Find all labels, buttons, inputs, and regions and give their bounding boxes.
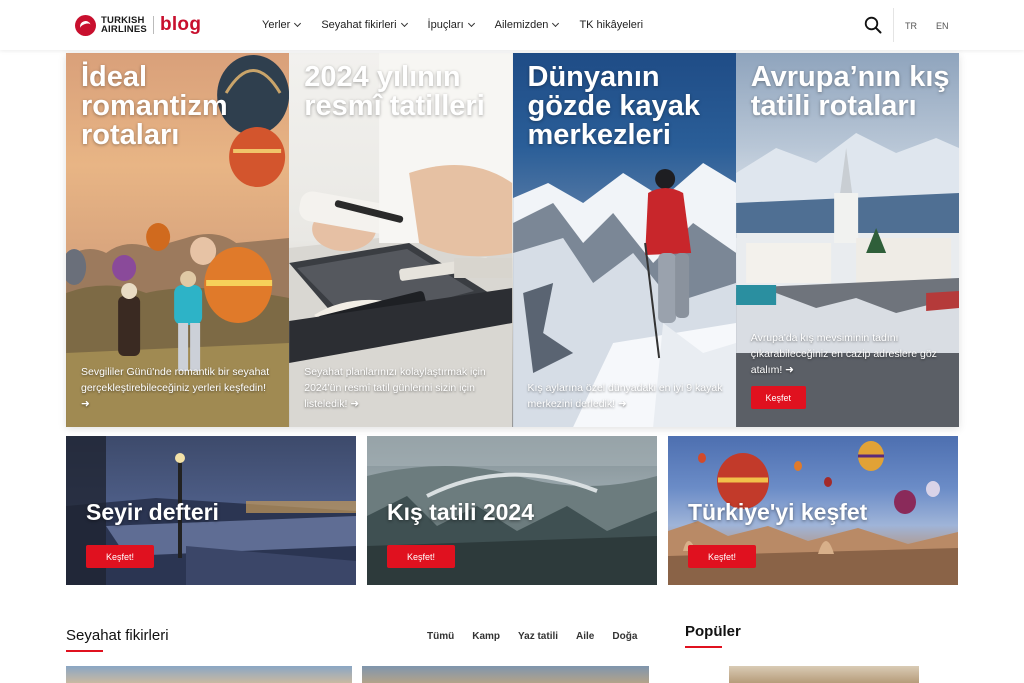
- header-separator: [893, 8, 894, 42]
- featured-card-kis-tatili-2024[interactable]: Kış tatili 2024 Keşfet!: [367, 436, 657, 585]
- logo-wordmark: TURKISH AIRLINES: [101, 16, 147, 35]
- chevron-down-icon: [400, 19, 408, 28]
- section-title: Seyahat fikirleri: [66, 627, 169, 644]
- featured-title: Seyir defteri: [86, 499, 219, 525]
- featured-card-seyir-defteri[interactable]: Seyir defteri Keşfet!: [66, 436, 356, 585]
- featured-title: Türkiye'yi keşfet: [688, 499, 868, 525]
- hero-card-europe-winter-routes[interactable]: Avrupa’nın kış tatili rotaları Avrupa'da…: [735, 53, 959, 427]
- featured-card-turkiyeyi-kesfet[interactable]: Türkiye'yi keşfet Keşfet!: [668, 436, 958, 585]
- featured-title: Kış tatili 2024: [387, 499, 535, 525]
- lang-en[interactable]: EN: [936, 21, 949, 31]
- nav-label: Yerler: [262, 19, 291, 31]
- popular-thumbnail[interactable]: [729, 666, 919, 683]
- article-thumbnail[interactable]: [66, 666, 352, 683]
- search-icon[interactable]: [864, 16, 882, 34]
- featured-explore-button[interactable]: Keşfet!: [86, 545, 154, 568]
- nav-label: Ailemizden: [494, 19, 549, 31]
- filter-kamp[interactable]: Kamp: [472, 631, 500, 642]
- logo[interactable]: TURKISH AIRLINES blog: [75, 14, 201, 36]
- nav-tk-hikayeleri[interactable]: TK hikâyeleri: [579, 19, 643, 31]
- hero-carousel: İdeal romantizm rotaları Sevgililer Günü…: [66, 53, 959, 427]
- popular-title: Popüler: [685, 623, 741, 640]
- chevron-down-icon: [467, 19, 475, 28]
- nav-label: İpuçları: [427, 19, 464, 31]
- hero-title: Dünyanın gözde kayak merkezleri: [527, 61, 700, 151]
- hero-card-romantic-routes[interactable]: İdeal romantizm rotaları Sevgililer Günü…: [66, 53, 290, 427]
- logo-divider: [152, 16, 154, 34]
- hero-description: Avrupa'da kış mevsiminin tadını çıkarabi…: [750, 332, 937, 376]
- hero-title: İdeal romantizm rotaları: [81, 61, 228, 151]
- main-nav: Yerler Seyahat fikirleri İpuçları Ailemi…: [262, 19, 664, 31]
- nav-seyahat-fikirleri[interactable]: Seyahat fikirleri: [321, 19, 408, 31]
- filter-yaz-tatili[interactable]: Yaz tatili: [518, 631, 558, 642]
- featured-explore-button[interactable]: Keşfet!: [387, 545, 455, 568]
- nav-ipuclari[interactable]: İpuçları: [427, 19, 475, 31]
- nav-label: Seyahat fikirleri: [321, 19, 397, 31]
- nav-yerler[interactable]: Yerler: [262, 19, 302, 31]
- site-header: TURKISH AIRLINES blog Yerler Seyahat fik…: [0, 0, 1024, 50]
- article-thumbnail[interactable]: [362, 666, 649, 683]
- filter-tumu[interactable]: Tümü: [427, 631, 454, 642]
- hero-description: Kış aylarına özel dünyadaki en iyi 9 kay…: [527, 382, 723, 410]
- nav-ailemizden[interactable]: Ailemizden: [494, 19, 560, 31]
- logo-line2: AIRLINES: [101, 24, 147, 35]
- nav-label: TK hikâyeleri: [579, 19, 644, 31]
- section-underline: [66, 650, 103, 652]
- turkish-airlines-bird-icon: [75, 14, 96, 36]
- filter-aile[interactable]: Aile: [576, 631, 594, 642]
- chevron-down-icon: [294, 19, 302, 28]
- category-filters: Tümü Kamp Yaz tatili Aile Doğa: [409, 631, 637, 642]
- lang-tr[interactable]: TR: [905, 21, 917, 31]
- hero-card-ski-resorts[interactable]: Dünyanın gözde kayak merkezleri Kış ayla…: [512, 53, 736, 427]
- popular-underline: [685, 646, 722, 648]
- chevron-down-icon: [552, 19, 560, 28]
- hero-explore-button[interactable]: Keşfet: [750, 386, 806, 409]
- filter-doga[interactable]: Doğa: [612, 631, 637, 642]
- hero-card-holidays-2024[interactable]: 2024 yılının resmî tatilleri Seyahat pla…: [289, 53, 513, 427]
- featured-explore-button[interactable]: Keşfet!: [688, 545, 756, 568]
- logo-blog-label: blog: [159, 14, 202, 35]
- hero-description: Seyahat planlarınızı kolaylaştırmak için…: [304, 366, 486, 410]
- hero-title: Avrupa’nın kış tatili rotaları: [750, 61, 950, 122]
- hero-title: 2024 yılının resmî tatilleri: [304, 61, 485, 122]
- hero-description: Sevgililer Günü'nde romantik bir seyahat…: [81, 366, 270, 410]
